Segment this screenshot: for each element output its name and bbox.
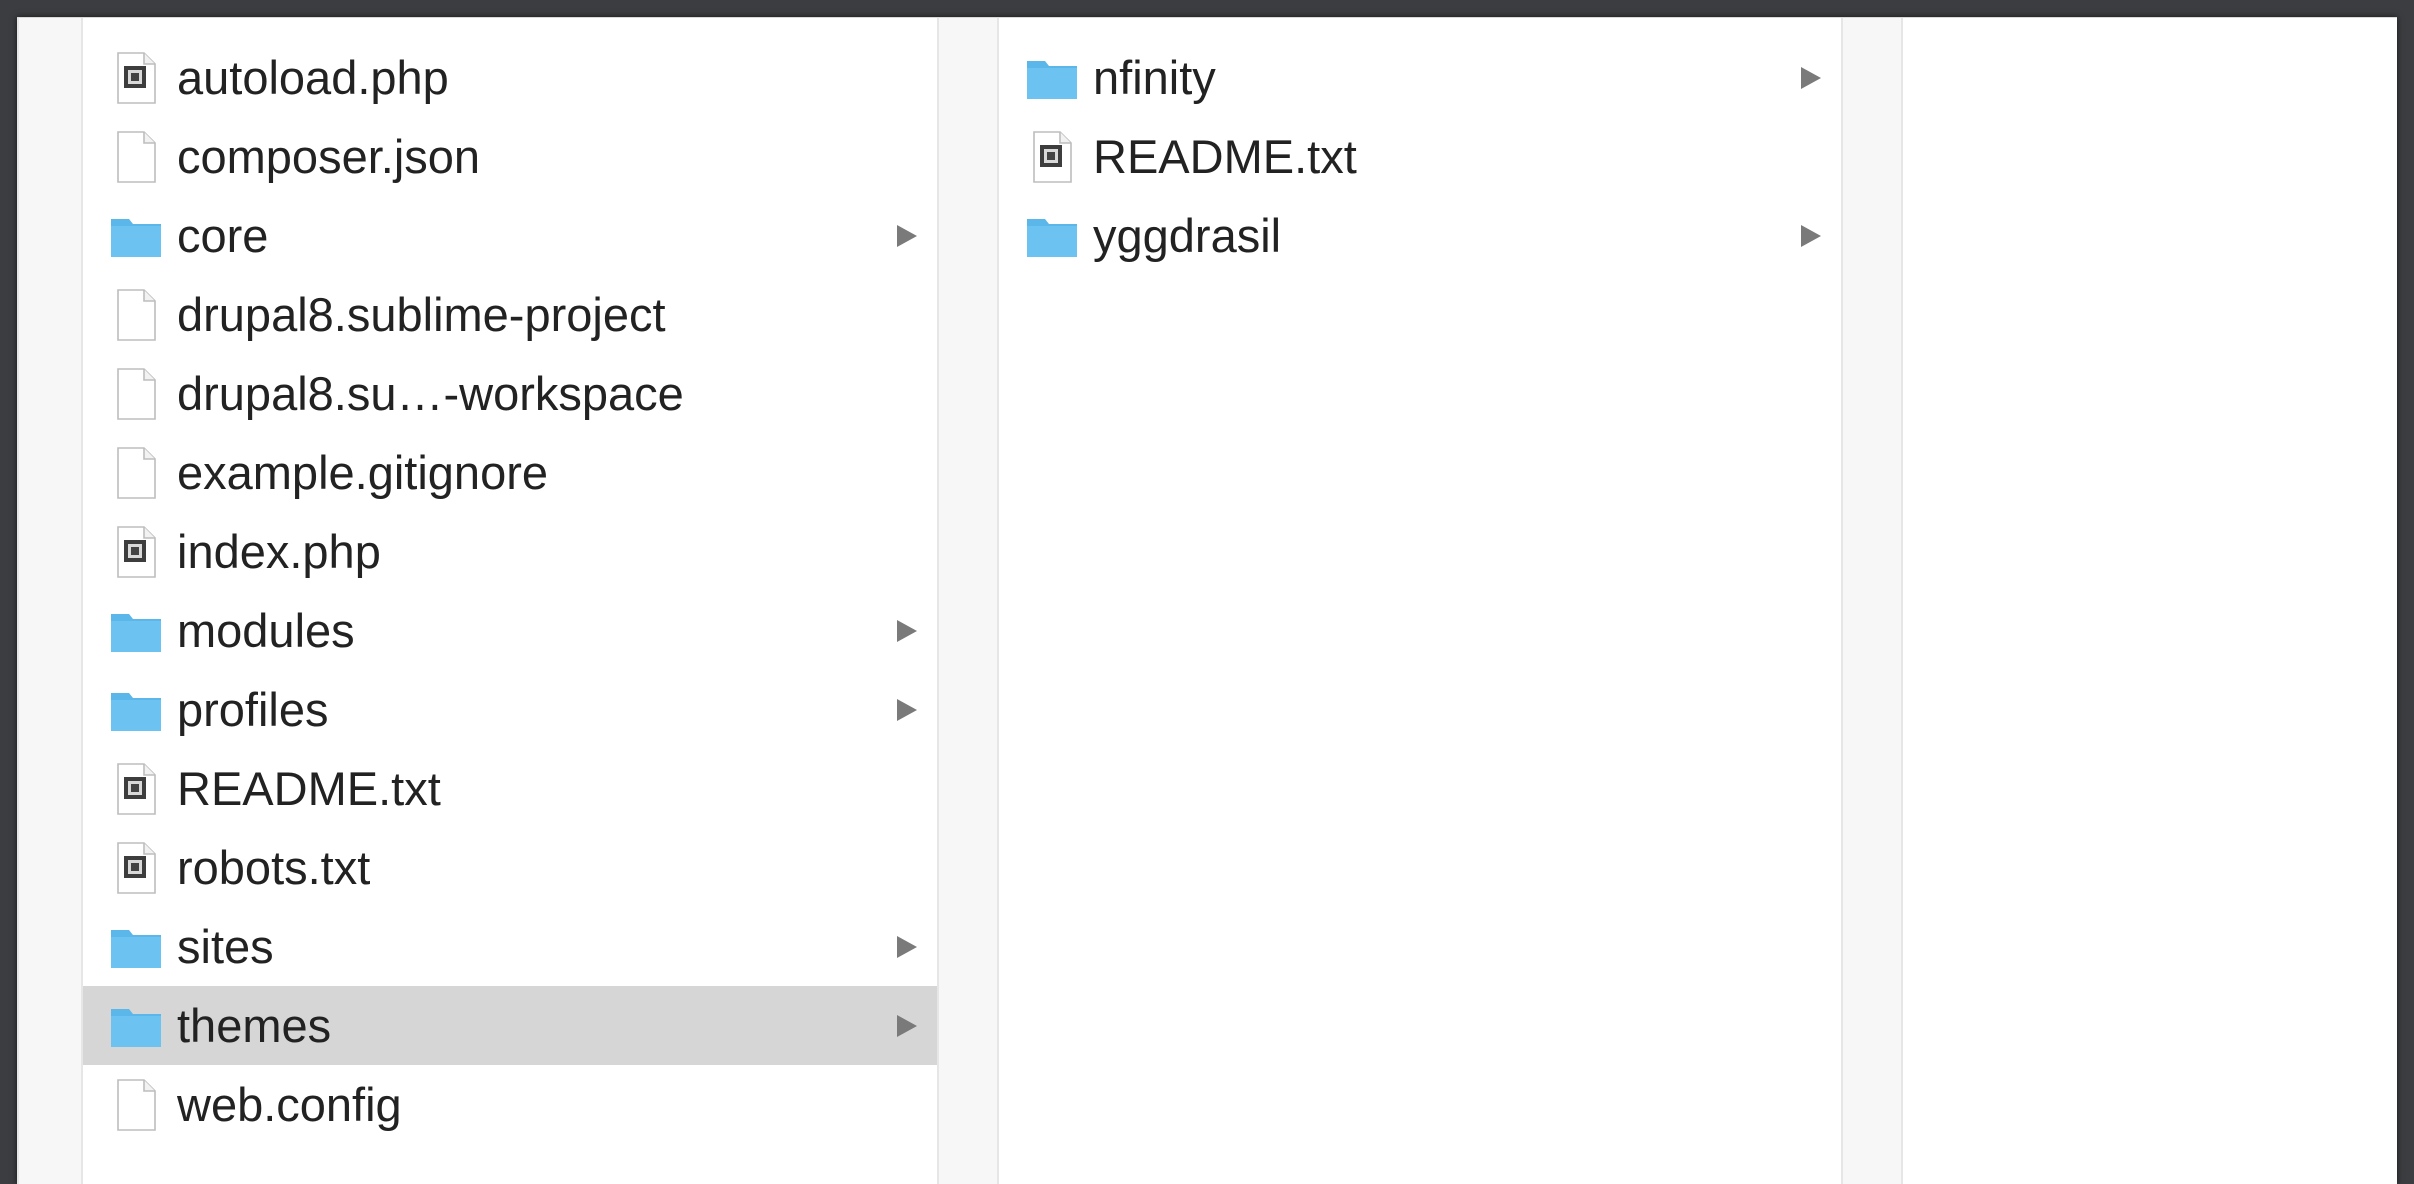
item-name: composer.json: [177, 130, 481, 183]
item-name: themes: [177, 999, 332, 1052]
item-name: web.config: [177, 1078, 402, 1131]
chevron-right-icon: [1801, 67, 1821, 89]
item-name: README.txt: [1093, 130, 1357, 183]
folder-row[interactable]: themes: [83, 986, 937, 1065]
file-row[interactable]: drupal8.su…-workspace: [83, 354, 937, 433]
folder-row[interactable]: yggdrasil: [999, 196, 1841, 275]
executable-file-icon: [109, 525, 163, 579]
chevron-right-icon: [1801, 225, 1821, 247]
file-row[interactable]: robots.txt: [83, 828, 937, 907]
file-row[interactable]: composer.json: [83, 117, 937, 196]
executable-file-icon: [1025, 130, 1079, 184]
folder-icon: [109, 999, 163, 1053]
folder-icon: [109, 604, 163, 658]
folder-icon: [109, 683, 163, 737]
finder-column-view: autoload.php composer.json core drupal8.sub…: [17, 17, 2397, 1184]
folder-icon: [1025, 51, 1079, 105]
folder-icon: [1025, 209, 1079, 263]
folder-row[interactable]: modules: [83, 591, 937, 670]
chevron-right-icon: [897, 1015, 917, 1037]
folder-row[interactable]: core: [83, 196, 937, 275]
column-empty[interactable]: [1903, 18, 2397, 1184]
executable-file-icon: [109, 51, 163, 105]
column-gutter-left: [17, 18, 83, 1184]
item-name: profiles: [177, 683, 329, 736]
column-root[interactable]: autoload.php composer.json core drupal8.sub…: [83, 18, 937, 1184]
file-row[interactable]: drupal8.sublime-project: [83, 275, 937, 354]
folder-icon: [109, 920, 163, 974]
folder-row[interactable]: nfinity: [999, 38, 1841, 117]
file-row[interactable]: README.txt: [83, 749, 937, 828]
column-themes[interactable]: nfinity README.txt yggdrasil: [999, 18, 1841, 1184]
item-name: drupal8.su…-workspace: [177, 367, 684, 420]
item-name: drupal8.sublime-project: [177, 288, 666, 341]
item-name: robots.txt: [177, 841, 371, 894]
file-row[interactable]: example.gitignore: [83, 433, 937, 512]
item-name: autoload.php: [177, 51, 449, 104]
document-icon: [109, 1078, 163, 1132]
file-row[interactable]: autoload.php: [83, 38, 937, 117]
document-icon: [109, 446, 163, 500]
document-icon: [109, 288, 163, 342]
item-name: nfinity: [1093, 51, 1216, 104]
chevron-right-icon: [897, 699, 917, 721]
chevron-right-icon: [897, 936, 917, 958]
item-name: sites: [177, 920, 274, 973]
file-row[interactable]: index.php: [83, 512, 937, 591]
folder-row[interactable]: sites: [83, 907, 937, 986]
item-name: example.gitignore: [177, 446, 548, 499]
executable-file-icon: [109, 841, 163, 895]
document-icon: [109, 367, 163, 421]
document-icon: [109, 130, 163, 184]
folder-icon: [109, 209, 163, 263]
item-name: index.php: [177, 525, 381, 578]
column-divider[interactable]: [1841, 18, 1903, 1184]
file-row[interactable]: web.config: [83, 1065, 937, 1144]
column-divider[interactable]: [937, 18, 999, 1184]
executable-file-icon: [109, 762, 163, 816]
chevron-right-icon: [897, 620, 917, 642]
item-name: README.txt: [177, 762, 441, 815]
item-name: yggdrasil: [1093, 209, 1282, 262]
folder-row[interactable]: profiles: [83, 670, 937, 749]
file-row[interactable]: README.txt: [999, 117, 1841, 196]
chevron-right-icon: [897, 225, 917, 247]
item-name: modules: [177, 604, 355, 657]
item-name: core: [177, 209, 269, 262]
